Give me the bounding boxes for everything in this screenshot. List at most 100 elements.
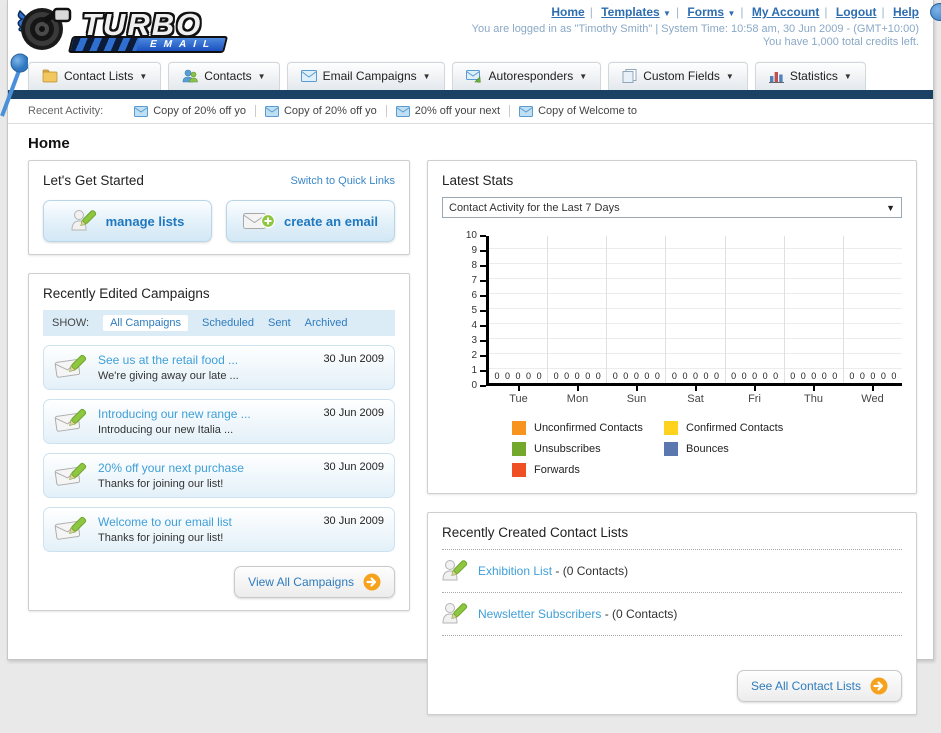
- x-tick-mark: [812, 386, 815, 391]
- envelope-icon: [395, 105, 410, 117]
- legend-item: Unsubscribes: [512, 442, 664, 456]
- campaign-title-link[interactable]: Welcome to our email list: [98, 515, 313, 529]
- activity-text: 20% off your next: [414, 105, 501, 117]
- recent-activity-item[interactable]: Copy of 20% off yo: [125, 105, 256, 117]
- chevron-down-icon: ▼: [727, 9, 736, 18]
- manage-lists-label: manage lists: [105, 213, 185, 229]
- chevron-down-icon: ▼: [663, 9, 671, 18]
- y-tick-label: 1: [471, 365, 477, 376]
- campaign-title-link[interactable]: Introducing our new range ...: [98, 407, 313, 421]
- y-tick-label: 3: [471, 335, 477, 346]
- campaign-row[interactable]: See us at the retail food ... We're givi…: [43, 345, 395, 390]
- chart-value-label: 0: [671, 371, 677, 381]
- contact-activity-chart: 0 1 2 3 4 5 6 7 8 9 10 000000000000000000000000000…: [456, 231, 902, 477]
- x-tick-mark: [517, 386, 520, 391]
- page-frame: TURBO EMAIL Home | Templates ▼ | Forms ▼ | …: [7, 0, 934, 715]
- nav-link-logout[interactable]: Logout: [836, 5, 877, 19]
- legend-item: Bounces: [664, 442, 816, 456]
- nav-link-help[interactable]: Help: [893, 5, 919, 19]
- contact-list-count: - (0 Contacts): [604, 607, 678, 621]
- campaign-row[interactable]: 20% off your next purchase Thanks for jo…: [43, 453, 395, 498]
- contact-list-item[interactable]: Newsletter Subscribers - (0 Contacts): [442, 593, 902, 636]
- chart-value-label: 0: [859, 371, 865, 381]
- filter-scheduled[interactable]: Scheduled: [202, 317, 254, 329]
- manage-lists-button[interactable]: manage lists: [43, 200, 212, 242]
- campaign-title-link[interactable]: See us at the retail food ...: [98, 353, 313, 367]
- y-tick-label: 9: [471, 245, 477, 256]
- filter-archived[interactable]: Archived: [305, 317, 348, 329]
- chart-value-label: 0: [762, 371, 768, 381]
- contact-list-link[interactable]: Newsletter Subscribers: [478, 607, 601, 621]
- chart-value-label: 0: [585, 371, 591, 381]
- contact-list-link[interactable]: Exhibition List: [478, 564, 552, 578]
- view-all-campaigns-label: View All Campaigns: [248, 575, 354, 589]
- tab-contacts[interactable]: Contacts ▼: [168, 62, 280, 90]
- campaign-title-link[interactable]: 20% off your next purchase: [98, 461, 313, 475]
- switch-quick-links-link[interactable]: Switch to Quick Links: [290, 175, 395, 187]
- chart-value-row: 00000: [548, 371, 606, 381]
- campaign-row[interactable]: Introducing our new range ... Introducin…: [43, 399, 395, 444]
- contact-lists-title: Recently Created Contact Lists: [442, 525, 629, 540]
- filter-sent[interactable]: Sent: [268, 317, 291, 329]
- y-tick-mark: [480, 280, 486, 282]
- y-tick-mark: [480, 370, 486, 372]
- nav-link-home[interactable]: Home: [551, 5, 584, 19]
- bar-chart-icon: [768, 71, 784, 83]
- envelope-pencil-icon: [54, 516, 87, 540]
- legend-item: Unconfirmed Contacts: [512, 421, 664, 435]
- recent-campaigns-title: Recently Edited Campaigns: [43, 286, 210, 301]
- tab-statistics[interactable]: Statistics ▼: [754, 62, 866, 90]
- nav-link-my-account[interactable]: My Account: [752, 5, 820, 19]
- y-tick-mark: [480, 265, 486, 267]
- see-all-contact-lists-button[interactable]: See All Contact Lists: [736, 670, 902, 702]
- campaign-subtitle: Thanks for joining our list!: [98, 478, 224, 490]
- y-tick-mark: [480, 235, 486, 237]
- recent-activity-item[interactable]: Copy of 20% off yo: [256, 105, 387, 117]
- create-email-button[interactable]: create an email: [226, 200, 395, 242]
- legend-swatch: [512, 442, 526, 456]
- campaign-date: 30 Jun 2009: [323, 461, 384, 473]
- latest-stats-title: Latest Stats: [442, 173, 514, 188]
- x-tick-group: Sat: [666, 386, 725, 405]
- y-tick-label: 2: [471, 350, 477, 361]
- activity-text: Copy of 20% off yo: [153, 105, 246, 117]
- tab-custom-fields[interactable]: Custom Fields ▼: [608, 62, 748, 90]
- chart-value-label: 0: [821, 371, 827, 381]
- nav-link-templates[interactable]: Templates: [601, 5, 659, 19]
- y-tick-mark: [480, 385, 486, 387]
- chart-value-label: 0: [752, 371, 758, 381]
- filter-all-campaigns[interactable]: All Campaigns: [103, 315, 188, 331]
- chart-value-label: 0: [564, 371, 570, 381]
- view-all-campaigns-button[interactable]: View All Campaigns: [234, 566, 395, 598]
- legend-label: Bounces: [686, 443, 729, 455]
- x-tick-mark: [694, 386, 697, 391]
- chart-value-label: 0: [790, 371, 796, 381]
- person-pencil-icon: [442, 603, 468, 624]
- recent-activity-item[interactable]: Copy of Welcome to: [510, 105, 646, 117]
- contact-list-item[interactable]: Exhibition List - (0 Contacts): [442, 550, 902, 593]
- tab-label: Email Campaigns: [322, 69, 417, 83]
- chart-value-label: 0: [880, 371, 886, 381]
- navy-divider-bar: [8, 90, 933, 99]
- envelope-icon: [264, 105, 279, 117]
- stats-period-dropdown[interactable]: Contact Activity for the Last 7 Days ▼: [442, 197, 902, 218]
- chart-group: 00000: [726, 236, 785, 383]
- tab-autoresponders[interactable]: Autoresponders ▼: [451, 62, 602, 90]
- legend-swatch: [664, 421, 678, 435]
- chart-value-label: 0: [741, 371, 747, 381]
- contact-list-count: - (0 Contacts): [555, 564, 629, 578]
- top-nav: Home | Templates ▼ | Forms ▼ | My Account | …: [551, 5, 919, 19]
- chart-value-label: 0: [731, 371, 737, 381]
- tab-email-campaigns[interactable]: Email Campaigns ▼: [286, 62, 445, 90]
- tab-label: Contacts: [204, 69, 252, 83]
- recent-activity-item[interactable]: 20% off your next: [387, 105, 511, 117]
- y-tick-label: 7: [471, 275, 477, 286]
- chevron-down-icon: ▼: [139, 71, 148, 81]
- campaign-row[interactable]: Welcome to our email list Thanks for joi…: [43, 507, 395, 552]
- chart-value-label: 0: [536, 371, 542, 381]
- chevron-down-icon: ▼: [843, 71, 852, 81]
- nav-link-forms[interactable]: Forms: [687, 5, 724, 19]
- tab-contact-lists[interactable]: Contact Lists ▼: [28, 62, 162, 90]
- chart-group: 00000: [666, 236, 726, 383]
- chart-value-label: 0: [773, 371, 779, 381]
